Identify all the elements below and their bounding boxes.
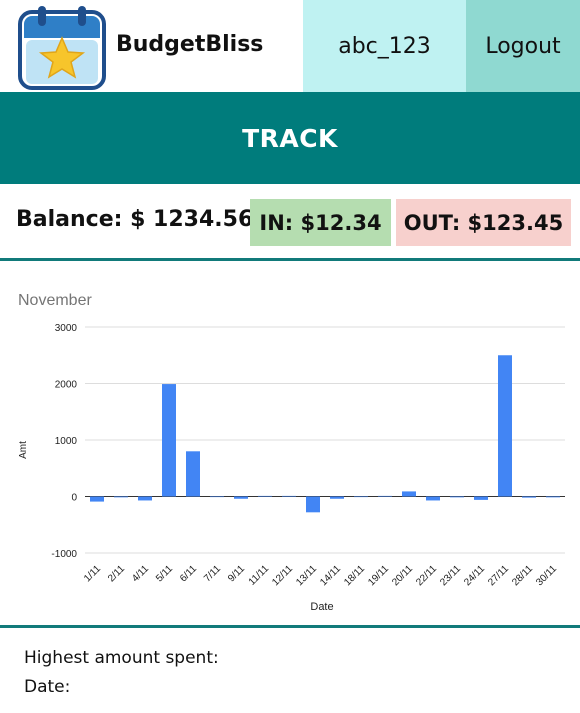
x-tick-label: 27/11 (486, 563, 511, 588)
app-name: BudgetBliss (116, 32, 264, 57)
bar-28/11 (522, 496, 536, 498)
bar-23/11 (450, 496, 464, 498)
bar-1/11 (90, 496, 104, 502)
x-axis-label: Date (310, 601, 333, 613)
income-badge: IN: $12.34 (250, 199, 391, 246)
page-title: TRACK (242, 123, 338, 153)
bar-6/11 (186, 451, 200, 497)
x-tick-label: 14/11 (318, 563, 343, 588)
bar-7/11 (210, 496, 224, 498)
balance-text: Balance: $ 1234.56 (16, 207, 254, 232)
bar-12/11 (282, 495, 296, 497)
x-tick-label: 30/11 (534, 563, 559, 588)
y-axis-label: Amt (18, 441, 29, 459)
logout-button[interactable]: Logout (466, 0, 580, 92)
y-tick-label: 2000 (55, 380, 78, 391)
page-banner: TRACK (0, 92, 580, 184)
bar-14/11 (330, 496, 344, 499)
brand: BudgetBliss (0, 0, 303, 92)
bar-13/11 (306, 496, 320, 513)
app-header: BudgetBliss abc_123 Logout (0, 0, 580, 92)
bar-11/11 (258, 495, 272, 497)
chart-title: November (18, 292, 92, 309)
date-label: Date: (24, 677, 71, 697)
x-tick-label: 18/11 (342, 563, 367, 588)
highest-amount-label: Highest amount spent: (24, 648, 219, 668)
expense-badge: OUT: $123.45 (396, 199, 571, 246)
bar-5/11 (162, 384, 176, 497)
x-tick-label: 9/11 (226, 563, 247, 584)
y-tick-label: 1000 (55, 436, 78, 447)
bar-30/11 (546, 496, 560, 498)
bar-chart: November 3000 2000 1000 0 -1000 Amt 1/11 2/11 4/1… (18, 292, 565, 613)
bar-9/11 (234, 496, 248, 499)
x-tick-label: 7/11 (202, 563, 223, 584)
y-tick-label: 0 (71, 493, 77, 504)
username-display: abc_123 (303, 0, 466, 92)
chart-container: November 3000 2000 1000 0 -1000 Amt 1/11 2/11 4/1… (0, 280, 580, 620)
x-tick-label: 23/11 (438, 563, 463, 588)
x-tick-label: 19/11 (366, 563, 391, 588)
x-tick-label: 6/11 (178, 563, 199, 584)
bar-20/11 (402, 491, 416, 497)
x-tick-label: 1/11 (82, 563, 103, 584)
x-tick-label: 11/11 (247, 563, 272, 588)
x-tick-label: 2/11 (106, 563, 127, 584)
x-tick-label: 5/11 (154, 563, 175, 584)
y-tick-label: -1000 (51, 549, 77, 560)
x-tick-label: 12/11 (270, 563, 295, 588)
x-tick-label: 28/11 (510, 563, 535, 588)
x-tick-label: 24/11 (462, 563, 487, 588)
bar-27/11 (498, 355, 512, 497)
bar-22/11 (426, 496, 440, 501)
divider-bottom (0, 625, 580, 628)
bar-19/11 (378, 495, 392, 497)
y-tick-label: 3000 (55, 323, 78, 334)
x-tick-label: 20/11 (390, 563, 415, 588)
x-tick-label: 4/11 (130, 563, 151, 584)
bar-2/11 (114, 496, 128, 498)
divider-top (0, 258, 580, 261)
bar-24/11 (474, 496, 488, 500)
x-tick-label: 13/11 (294, 563, 319, 588)
calendar-star-icon (18, 6, 106, 90)
bar-18/11 (354, 496, 368, 498)
x-tick-label: 22/11 (414, 563, 439, 588)
bar-4/11 (138, 496, 152, 501)
summary-bar: Balance: $ 1234.56 IN: $12.34 OUT: $123.… (0, 199, 580, 247)
